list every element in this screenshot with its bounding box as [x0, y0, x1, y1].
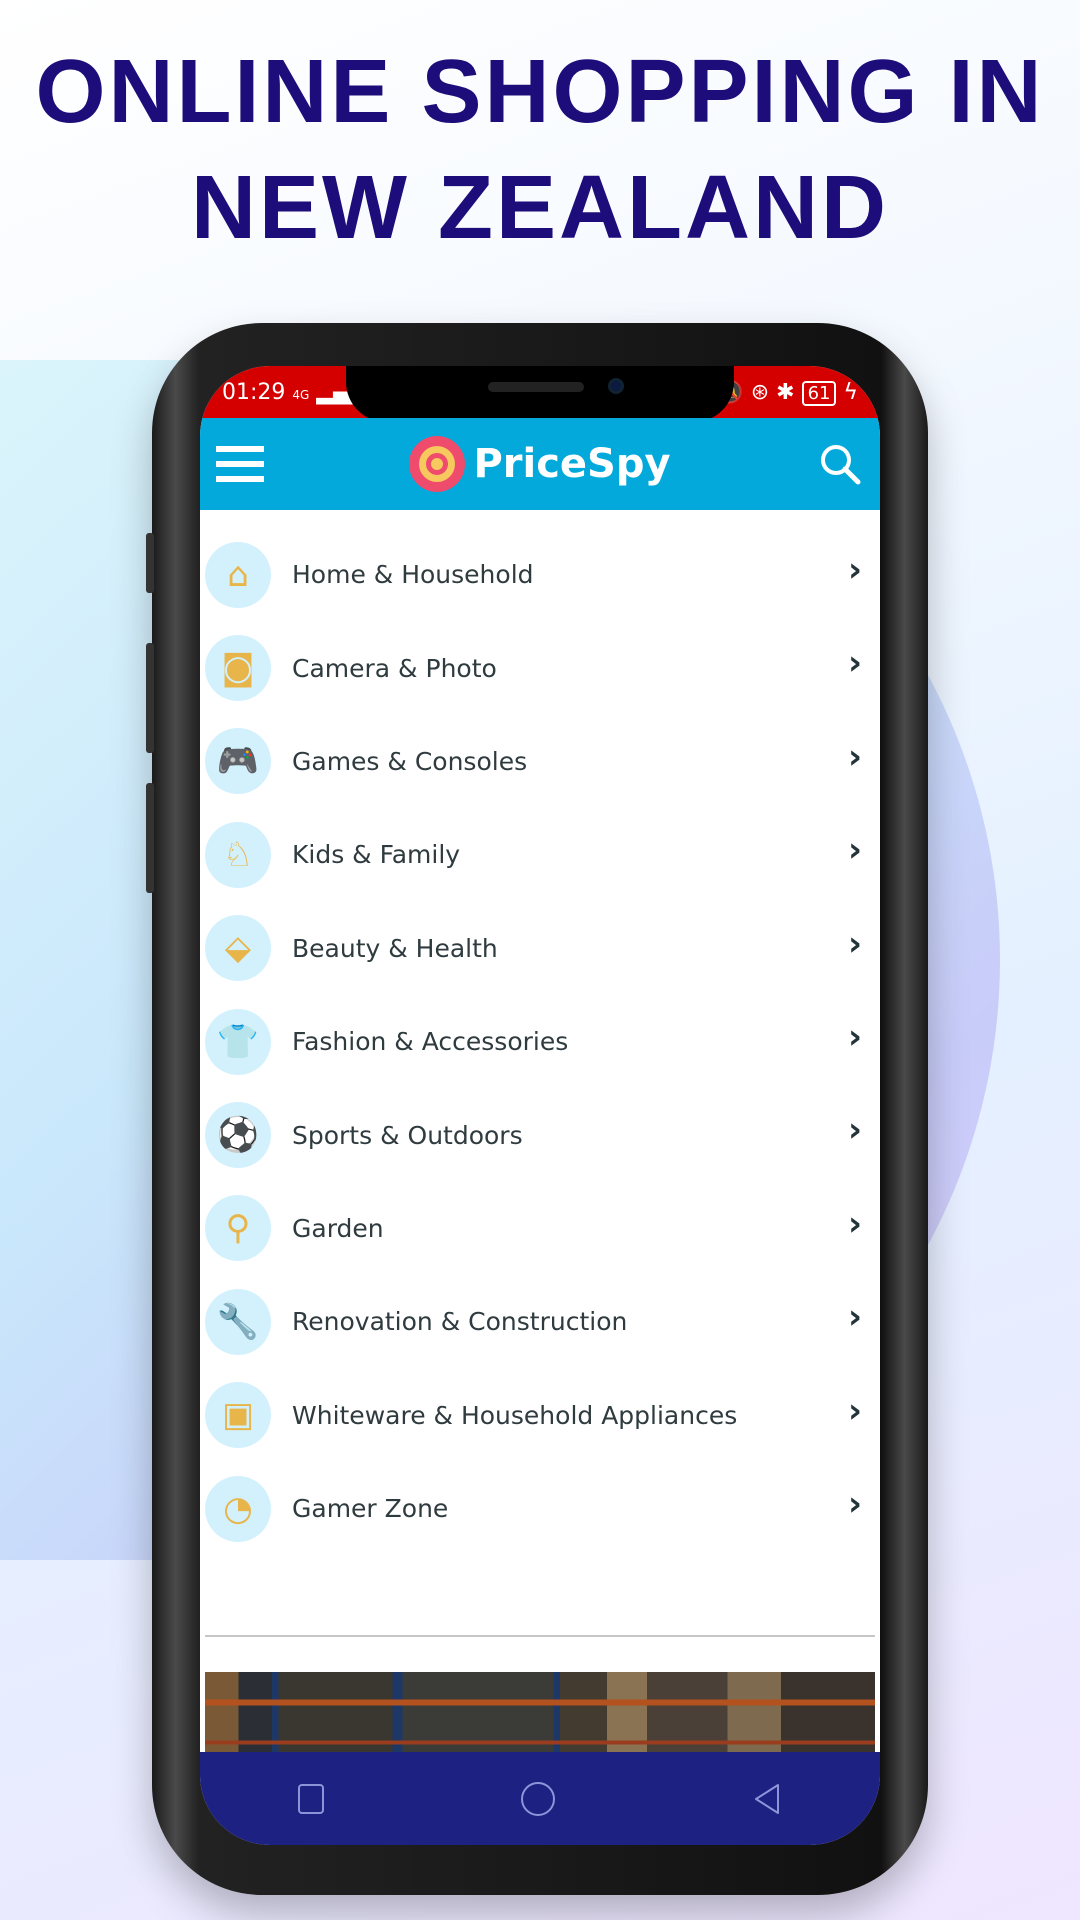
phone-screen: 01:29 4G ▂▄▆ ▂▄▆ 🔕 ⊛ ✱ 61 ϟ PriceSpy ⌂ H… [200, 366, 880, 1845]
category-label: Garden [292, 1213, 384, 1243]
category-item[interactable]: ⚲ Garden › [200, 1182, 880, 1275]
category-label: Games & Consoles [292, 746, 528, 776]
notch [346, 366, 734, 422]
recents-button[interactable] [298, 1783, 325, 1814]
category-item[interactable]: ◔ Gamer Zone › [200, 1462, 880, 1555]
category-label: Whiteware & Household Appliances [292, 1400, 738, 1430]
pricespy-logo: PriceSpy [409, 436, 671, 492]
chevron-right-icon: › [847, 1110, 862, 1151]
phone-button [146, 643, 154, 753]
category-label: Beauty & Health [292, 933, 498, 963]
category-item[interactable]: 🔧 Renovation & Construction › [200, 1275, 880, 1368]
chevron-right-icon: › [847, 1483, 862, 1524]
category-label: Renovation & Construction [292, 1307, 628, 1337]
home-button[interactable] [520, 1781, 555, 1816]
chevron-right-icon: › [847, 830, 862, 871]
chevron-right-icon: › [847, 1297, 862, 1338]
category-label: Gamer Zone [292, 1494, 449, 1524]
category-item[interactable]: 👕 Fashion & Accessories › [200, 995, 880, 1088]
logo-mark-icon [409, 436, 466, 492]
tools-icon: 🔧 [205, 1288, 271, 1355]
search-icon[interactable] [818, 442, 862, 486]
gamepad-icon: 🎮 [205, 728, 271, 795]
category-item[interactable]: ⌂ Home & Household › [200, 528, 880, 621]
speaker [488, 382, 584, 392]
phone-frame: 01:29 4G ▂▄▆ ▂▄▆ 🔕 ⊛ ✱ 61 ϟ PriceSpy ⌂ H… [146, 323, 928, 1895]
category-label: Fashion & Accessories [292, 1027, 569, 1057]
phone-button [146, 783, 154, 893]
battery-indicator: 61 [801, 380, 837, 406]
phone-button [146, 533, 154, 593]
headline-line2: NEW ZEALAND [191, 158, 889, 258]
house-icon: ⌂ [205, 541, 271, 608]
front-camera [608, 378, 624, 394]
chevron-right-icon: › [847, 923, 862, 964]
category-item[interactable]: ⚽ Sports & Outdoors › [200, 1088, 880, 1181]
category-label: Camera & Photo [292, 653, 497, 683]
washing-machine-icon: ▣ [205, 1382, 271, 1449]
category-item[interactable]: ♘ Kids & Family › [200, 808, 880, 901]
chevron-right-icon: › [847, 1390, 862, 1431]
system-nav-bar [200, 1752, 880, 1845]
pacman-icon: ◔ [205, 1475, 271, 1542]
app-bar: PriceSpy [200, 418, 880, 510]
category-list: ⌂ Home & Household › ◙ Camera & Photo › 🎮 … [200, 510, 880, 1555]
rocking-horse-icon: ♘ [205, 821, 271, 888]
category-label: Kids & Family [292, 840, 461, 870]
back-button[interactable] [752, 1782, 782, 1816]
category-item[interactable]: ◙ Camera & Photo › [200, 621, 880, 714]
soccer-ball-icon: ⚽ [205, 1102, 271, 1169]
camera-icon: ◙ [205, 635, 271, 702]
chevron-right-icon: › [847, 736, 862, 777]
chevron-right-icon: › [847, 1203, 862, 1244]
divider [205, 1635, 875, 1638]
chevron-right-icon: › [847, 643, 862, 684]
hamburger-icon[interactable] [216, 446, 264, 482]
shovel-icon: ⚲ [205, 1195, 271, 1262]
perfume-icon: ⬙ [205, 915, 271, 982]
category-item[interactable]: ⬙ Beauty & Health › [200, 902, 880, 995]
status-icons: 🔕 ⊛ ✱ 61 ϟ [716, 379, 858, 406]
category-item[interactable]: ▣ Whiteware & Household Appliances › [200, 1369, 880, 1462]
headline-line1: ONLINE SHOPPING IN [35, 42, 1045, 142]
category-label: Home & Household [292, 560, 534, 590]
category-label: Sports & Outdoors [292, 1120, 523, 1150]
shirt-icon: 👕 [205, 1008, 271, 1075]
chevron-right-icon: › [847, 1016, 862, 1057]
chevron-right-icon: › [847, 550, 862, 590]
brand-name: PriceSpy [473, 441, 671, 487]
category-item[interactable]: 🎮 Games & Consoles › [200, 715, 880, 808]
